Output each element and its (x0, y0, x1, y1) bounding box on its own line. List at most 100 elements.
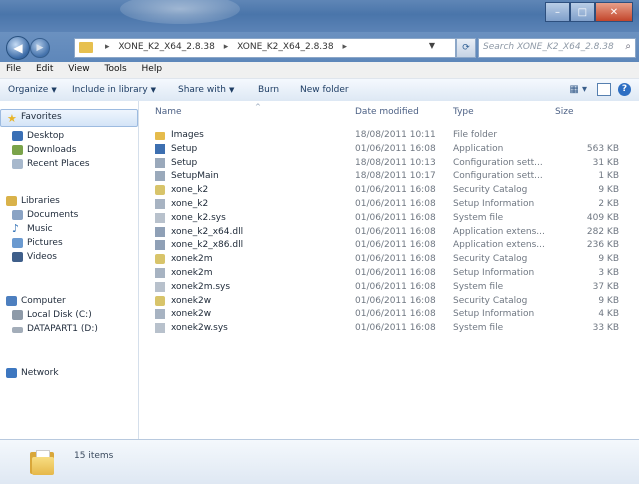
music-icon: ♪ (12, 222, 20, 235)
table-row[interactable]: xonek2w 01/06/2011 16:08 Setup Information… (139, 308, 639, 321)
breadcrumb-separator-icon: ▸ (105, 42, 110, 52)
close-button[interactable]: ✕ (594, 2, 634, 22)
back-arrow-icon: ◀ (13, 41, 23, 55)
refresh-button[interactable]: ⟳ (456, 38, 476, 58)
change-view-button[interactable]: ▦ ▾ (569, 84, 587, 95)
catalog-icon (155, 254, 165, 265)
breadcrumb-item[interactable]: XONE_K2_X64_2.8.38 (237, 42, 333, 52)
table-row[interactable]: xone_k2 01/06/2011 16:08 Setup Information… (139, 198, 639, 211)
table-row[interactable]: xonek2m 01/06/2011 16:08 Security Catalog 9… (139, 253, 639, 266)
navigation-bar: ◀ ▶ ▸ XONE_K2_X64_2.8.38 ▸ XONE_K2_X64_2… (0, 32, 639, 62)
table-row[interactable]: Images 18/08/2011 10:11 File folder (139, 129, 639, 142)
maximize-button[interactable]: □ (569, 2, 595, 22)
chevron-down-icon[interactable]: ▼ (429, 41, 435, 50)
menu-edit[interactable]: Edit (30, 62, 59, 74)
table-row[interactable]: xonek2w.sys 01/06/2011 16:08 System file 33… (139, 322, 639, 335)
breadcrumb-item[interactable]: XONE_K2_X64_2.8.38 (118, 42, 214, 52)
menu-view[interactable]: View (62, 62, 95, 74)
file-date: 01/06/2011 16:08 (355, 309, 436, 320)
table-row[interactable]: xonek2m.sys 01/06/2011 16:08 System file 37… (139, 281, 639, 294)
title-bar[interactable]: – □ ✕ (0, 0, 639, 32)
file-type: Setup Information (453, 268, 535, 278)
nav-label: Music (27, 224, 53, 234)
file-size: 236 KB (586, 240, 619, 251)
back-button[interactable]: ◀ (6, 36, 30, 60)
file-date: 01/06/2011 16:08 (355, 295, 436, 306)
setupinfo-icon (155, 268, 165, 278)
file-date: 01/06/2011 16:08 (355, 185, 436, 196)
table-row[interactable]: xonek2m 01/06/2011 16:08 Setup Information… (139, 267, 639, 280)
forward-button[interactable]: ▶ (30, 38, 50, 58)
file-type: Application (453, 143, 504, 154)
file-size: 9 KB (598, 295, 619, 306)
file-size: 409 KB (586, 212, 619, 223)
address-bar[interactable]: ▸ XONE_K2_X64_2.8.38 ▸ XONE_K2_X64_2.8.3… (74, 38, 456, 58)
details-pane: 15 items (0, 439, 639, 484)
column-header-size[interactable]: Size (555, 107, 573, 117)
search-input[interactable]: Search XONE_K2_X64_2.8.38 ⌕ (478, 38, 636, 58)
file-date: 01/06/2011 16:08 (355, 240, 436, 251)
file-name: Setup (171, 143, 198, 154)
burn-button[interactable]: Burn (258, 85, 279, 95)
file-type: Application extens... (453, 240, 545, 251)
libraries-icon (6, 196, 17, 206)
file-type: System file (453, 281, 504, 292)
network-icon (6, 368, 17, 378)
file-type: File folder (453, 130, 498, 140)
include-in-library-button[interactable]: Include in library ▼ (72, 85, 156, 95)
menu-file[interactable]: File (0, 62, 27, 74)
file-date: 01/06/2011 16:08 (355, 226, 436, 237)
file-type: Security Catalog (453, 295, 528, 306)
nav-label: Desktop (27, 131, 65, 141)
file-list: ^ Name Date modified Type Size Images 18/… (139, 101, 639, 439)
file-size: 33 KB (592, 323, 619, 334)
share-with-label: Share with (178, 85, 226, 95)
menu-help[interactable]: Help (136, 62, 169, 74)
file-size: 4 KB (598, 309, 619, 320)
nav-label: Downloads (27, 145, 77, 155)
navigation-pane: ★ Favorites Desktop Downloads Recent Pla… (0, 101, 139, 439)
minimize-button[interactable]: – (545, 2, 570, 22)
help-button[interactable]: ? (618, 83, 631, 96)
file-date: 01/06/2011 16:08 (355, 254, 436, 265)
file-size: 31 KB (592, 157, 619, 168)
file-name: xonek2m (171, 254, 213, 265)
file-size: 3 KB (598, 268, 619, 278)
file-date: 01/06/2011 16:08 (355, 268, 436, 278)
column-header-date[interactable]: Date modified (355, 107, 419, 117)
application-icon (155, 143, 165, 154)
file-type: Configuration sett... (453, 157, 543, 168)
menu-tools[interactable]: Tools (98, 62, 132, 74)
table-row[interactable]: xone_k2_x64.dll 01/06/2011 16:08 Applicati… (139, 226, 639, 239)
sort-indicator-icon: ^ (255, 103, 261, 111)
new-folder-button[interactable]: New folder (300, 85, 349, 95)
item-count: 15 items (74, 451, 114, 461)
include-in-library-label: Include in library (72, 85, 148, 95)
file-type: Setup Information (453, 199, 535, 209)
column-header-name[interactable]: Name (155, 107, 182, 117)
column-header-type[interactable]: Type (453, 107, 474, 117)
table-row[interactable]: xone_k2.sys 01/06/2011 16:08 System file 40… (139, 212, 639, 225)
share-with-button[interactable]: Share with ▼ (178, 85, 234, 95)
table-row[interactable]: SetupMain 18/08/2011 10:17 Configuration s… (139, 170, 639, 183)
forward-arrow-icon: ▶ (36, 43, 44, 53)
table-row[interactable]: xonek2w 01/06/2011 16:08 Security Catalog 9… (139, 295, 639, 308)
file-type: Setup Information (453, 309, 535, 320)
table-row[interactable]: Setup 18/08/2011 10:13 Configuration sett.… (139, 157, 639, 170)
file-date: 01/06/2011 16:08 (355, 212, 436, 223)
preview-pane-button[interactable] (597, 83, 611, 96)
file-date: 01/06/2011 16:08 (355, 323, 436, 334)
file-type: Security Catalog (453, 254, 528, 265)
organize-button[interactable]: Organize ▼ (8, 85, 57, 95)
nav-label: Pictures (27, 238, 63, 248)
table-row[interactable]: xone_k2 01/06/2011 16:08 Security Catalog 9… (139, 184, 639, 197)
chevron-down-icon: ▼ (228, 86, 235, 94)
chevron-down-icon: ▼ (51, 86, 57, 94)
table-row[interactable]: Setup 01/06/2011 16:08 Application 563 KB (139, 143, 639, 156)
nav-label: Recent Places (27, 159, 90, 169)
file-type: Application extens... (453, 226, 545, 237)
computer-icon (6, 296, 17, 306)
nav-item-favorites[interactable]: ★ Favorites (0, 109, 138, 127)
file-name: xonek2m (171, 268, 213, 278)
table-row[interactable]: xone_k2_x86.dll 01/06/2011 16:08 Applicati… (139, 239, 639, 252)
